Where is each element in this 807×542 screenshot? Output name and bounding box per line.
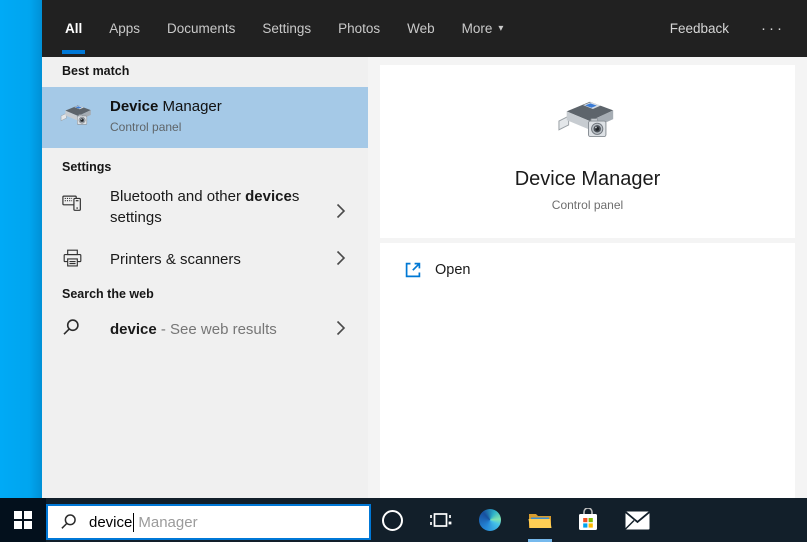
start-button[interactable] — [0, 498, 46, 542]
search-icon — [60, 513, 78, 531]
chevron-right-icon — [336, 320, 346, 336]
search-typed-text: device — [89, 513, 133, 531]
settings-header: Settings — [62, 160, 112, 174]
cortana-icon — [381, 509, 403, 531]
text-caret — [133, 512, 135, 532]
mail-button[interactable] — [617, 498, 657, 542]
search-input[interactable]: device Manager — [46, 504, 371, 540]
best-match-result-device-manager[interactable]: Device Manager Control panel — [42, 87, 368, 148]
result-bluetooth-devices-settings[interactable]: Bluetooth and other devices settings — [42, 183, 368, 238]
chevron-right-icon — [336, 203, 346, 219]
more-options-icon[interactable]: ··· — [761, 20, 785, 37]
device-manager-icon-large — [557, 92, 619, 154]
result-label: Bluetooth and other devices settings — [110, 188, 300, 226]
search-icon — [62, 318, 81, 337]
edge-button[interactable] — [470, 498, 510, 542]
open-external-icon — [404, 261, 422, 279]
search-filter-bar: All Apps Documents Settings Photos Web M… — [42, 0, 807, 57]
search-suggestion-text: Manager — [138, 513, 198, 531]
windows-logo-icon — [14, 511, 32, 529]
tab-photos[interactable]: Photos — [338, 0, 380, 57]
task-view-icon — [430, 513, 452, 527]
mail-icon — [624, 510, 650, 529]
preview-title: Device Manager — [514, 168, 661, 190]
preview-subtitle: Control panel — [551, 198, 624, 212]
tab-web[interactable]: Web — [407, 0, 435, 57]
windows-search-flyout: All Apps Documents Settings Photos Web M… — [0, 0, 807, 542]
feedback-button[interactable]: Feedback — [670, 21, 729, 36]
task-view-button[interactable] — [421, 498, 461, 542]
tab-all-label: All — [65, 21, 83, 36]
chevron-down-icon: ▾ — [498, 23, 504, 34]
result-printers-scanners[interactable]: Printers & scanners — [42, 245, 368, 273]
edge-icon — [479, 509, 501, 531]
tab-all[interactable]: All — [62, 0, 86, 57]
result-subtitle: Control panel — [110, 120, 182, 134]
store-icon — [579, 508, 597, 530]
best-match-header: Best match — [62, 64, 130, 78]
chevron-right-icon — [336, 250, 346, 266]
result-web-search-device[interactable]: device - See web results — [42, 313, 368, 343]
printer-icon — [62, 248, 83, 269]
tab-more[interactable]: More ▾ — [462, 0, 504, 57]
tab-settings[interactable]: Settings — [262, 0, 311, 57]
actions-card: Open — [380, 243, 795, 498]
file-explorer-icon — [528, 514, 552, 528]
device-manager-icon — [60, 100, 94, 134]
preview-card: Device Manager Control panel — [380, 65, 795, 238]
tab-apps[interactable]: Apps — [109, 0, 140, 57]
cortana-button[interactable] — [372, 498, 412, 542]
store-button[interactable] — [568, 498, 608, 542]
desktop-wallpaper — [0, 0, 42, 498]
tab-documents[interactable]: Documents — [167, 0, 235, 57]
topbar-right: Feedback ··· — [670, 20, 807, 37]
open-action[interactable]: Open — [392, 253, 482, 287]
devices-keyboard-phone-icon — [62, 192, 84, 214]
file-explorer-button[interactable] — [520, 498, 560, 542]
open-label: Open — [435, 262, 471, 278]
search-the-web-header: Search the web — [62, 287, 154, 301]
active-tab-indicator — [62, 50, 86, 54]
result-label: device - See web results — [110, 321, 277, 338]
result-title: Device Manager — [110, 98, 222, 115]
result-label: Printers & scanners — [110, 251, 241, 268]
filter-tabs: All Apps Documents Settings Photos Web M… — [42, 0, 503, 57]
